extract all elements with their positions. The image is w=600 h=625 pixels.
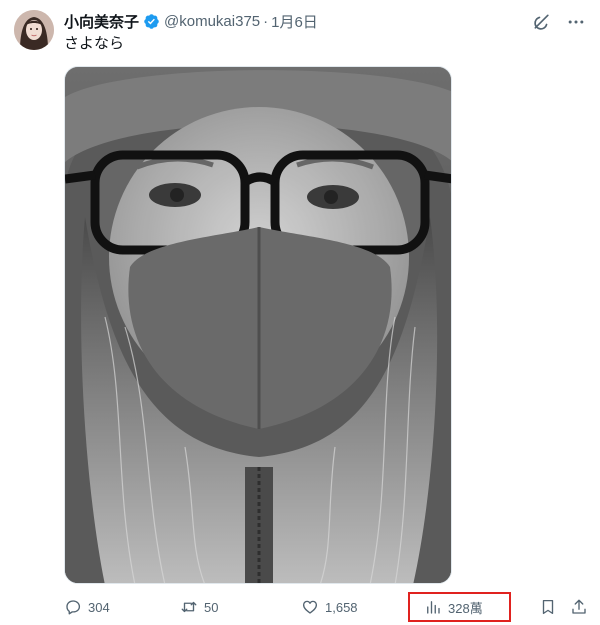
tweet-actions: 304 50 1,658 328萬 (64, 592, 594, 622)
reply-count: 304 (88, 599, 110, 615)
tweet-photo[interactable] (64, 66, 452, 584)
heart-icon (302, 600, 318, 614)
like-count: 1,658 (325, 599, 358, 615)
verified-badge-icon (144, 13, 159, 29)
views-button[interactable]: 328萬 (408, 592, 511, 622)
reply-button[interactable]: 304 (64, 595, 110, 619)
views-chart-icon (427, 601, 440, 614)
grok-icon[interactable] (532, 12, 552, 32)
bookmark-button[interactable] (539, 595, 557, 619)
tweet-top-actions (532, 12, 586, 32)
retweet-button[interactable]: 50 (180, 595, 218, 619)
like-button[interactable]: 1,658 (301, 595, 358, 619)
share-icon (572, 599, 586, 614)
retweet-icon (181, 601, 197, 613)
views-count: 328萬 (448, 600, 483, 616)
separator-dot: · (263, 12, 269, 30)
author-name[interactable]: 小向美奈子 (64, 11, 139, 32)
author-handle[interactable]: @komukai375 (164, 13, 260, 30)
author-avatar[interactable] (14, 10, 54, 50)
retweet-count: 50 (204, 599, 219, 615)
tweet-header: 小向美奈子 @komukai375 · 1月6日 (64, 10, 318, 32)
share-button[interactable] (570, 595, 588, 619)
tweet-text: さよなら (64, 35, 125, 52)
tweet-date[interactable]: 1月6日 (271, 11, 318, 32)
more-icon[interactable] (566, 12, 586, 32)
reply-icon (66, 600, 81, 615)
bookmark-icon (542, 599, 554, 615)
